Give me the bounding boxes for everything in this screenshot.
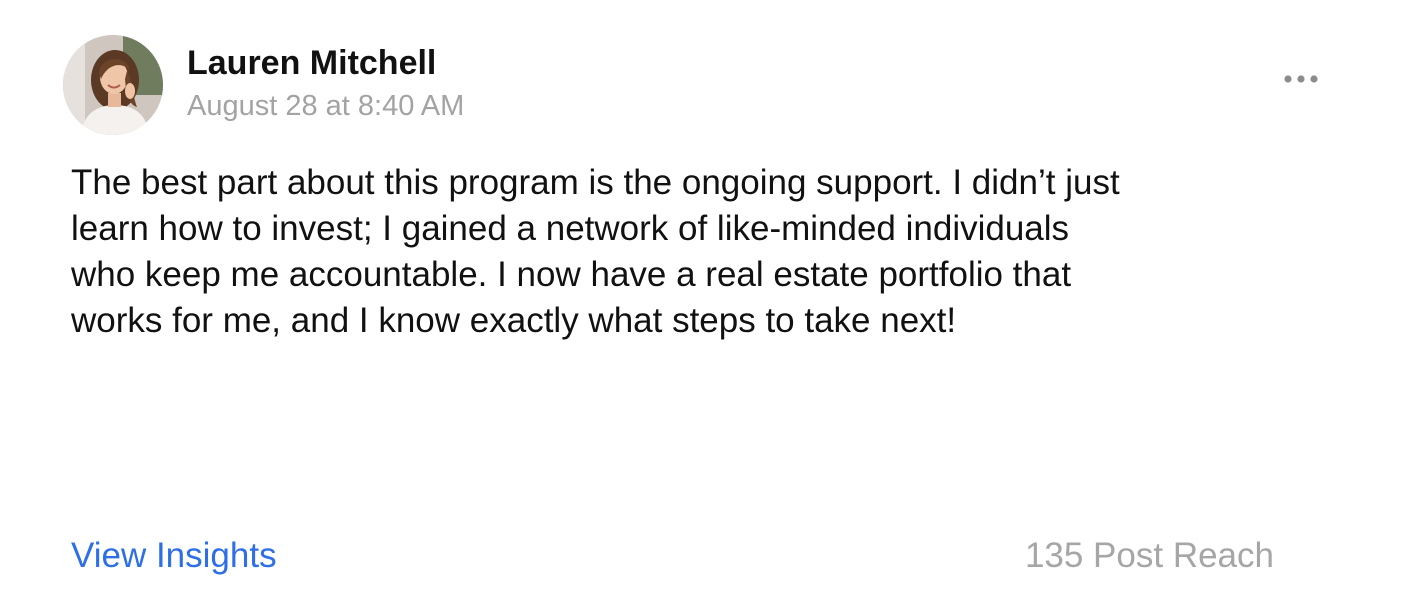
more-options-button[interactable] xyxy=(1276,62,1328,96)
post-reach-count: 135 Post Reach xyxy=(1024,536,1274,575)
more-horizontal-icon xyxy=(1284,75,1318,83)
author-name[interactable]: Lauren Mitchell xyxy=(187,43,436,83)
avatar[interactable] xyxy=(63,35,163,135)
post-card: Lauren Mitchell August 28 at 8:40 AM The… xyxy=(0,0,1408,606)
view-insights-link[interactable]: View Insights xyxy=(71,534,277,578)
post-body-text: The best part about this program is the … xyxy=(71,163,1120,340)
profile-photo xyxy=(63,35,163,135)
post-timestamp[interactable]: August 28 at 8:40 AM xyxy=(187,89,464,123)
